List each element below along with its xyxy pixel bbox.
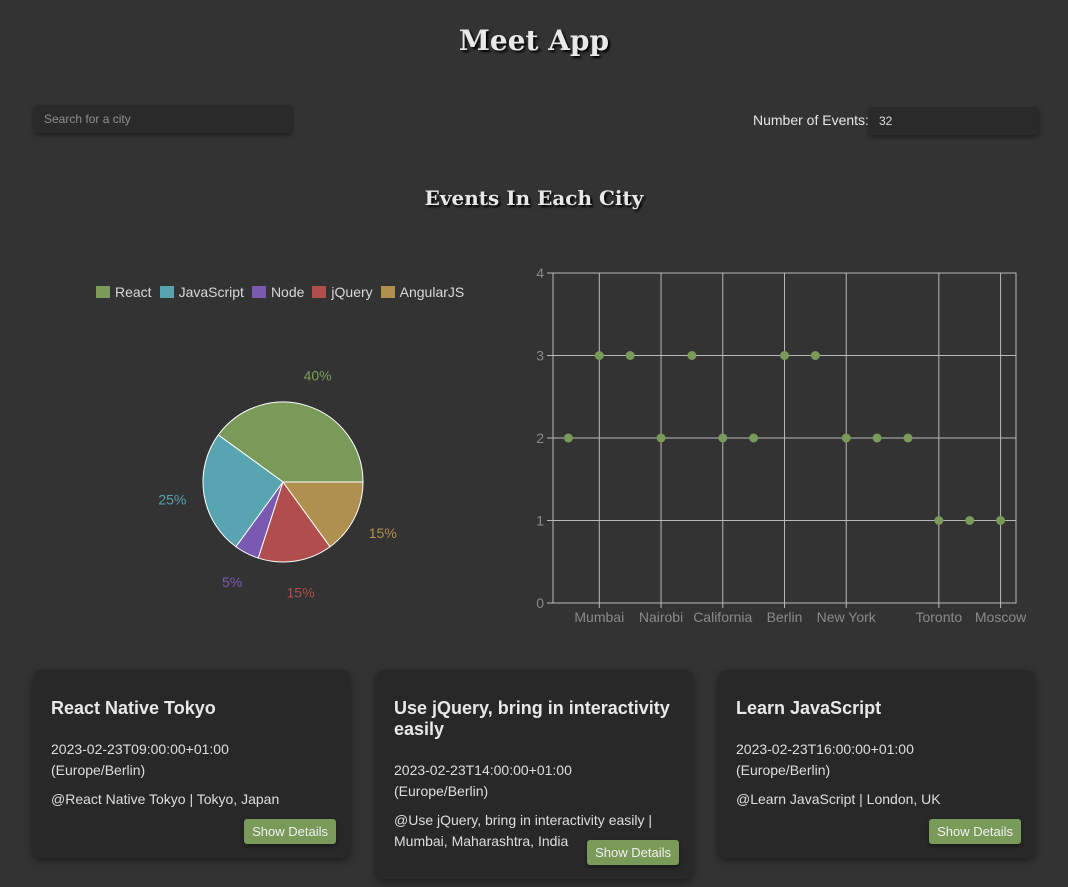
event-date: 2023-02-23T14:00:00+01:00 (Europe/Berlin) [394,760,675,802]
show-details-button[interactable]: Show Details [587,840,679,865]
scatter-point[interactable] [749,433,759,443]
y-tick-label: 1 [536,513,544,529]
event-timezone: (Europe/Berlin) [736,762,831,778]
x-tick-label: California [693,609,752,625]
scatter-point[interactable] [563,433,573,443]
event-card: Learn JavaScript 2023-02-23T16:00:00+01:… [718,670,1035,858]
event-title: React Native Tokyo [51,698,216,718]
event-card: React Native Tokyo 2023-02-23T09:00:00+0… [33,670,350,858]
y-tick-label: 3 [536,348,544,364]
scatter-point[interactable] [996,516,1006,525]
scatter-point[interactable] [965,516,975,525]
event-location: @Learn JavaScript | London, UK [736,791,941,807]
scatter-point[interactable] [780,351,789,360]
x-tick-label: Nairobi [639,609,683,625]
scatter-point[interactable] [594,351,604,360]
x-tick-label: New York [817,609,877,625]
scatter-point[interactable] [934,516,944,525]
scatter-point[interactable] [903,433,913,443]
scatter-point[interactable] [841,433,851,443]
y-tick-label: 0 [536,595,544,611]
y-tick-label: 2 [536,430,544,446]
scatter-point[interactable] [625,351,635,360]
scatter-point[interactable] [656,433,666,443]
event-datetime: 2023-02-23T16:00:00+01:00 [736,741,914,757]
event-title: Learn JavaScript [736,698,882,718]
show-details-button[interactable]: Show Details [929,819,1021,844]
event-timezone: (Europe/Berlin) [394,783,489,799]
scatter-point[interactable] [687,351,697,360]
event-datetime: 2023-02-23T14:00:00+01:00 [394,762,572,778]
event-date: 2023-02-23T09:00:00+01:00 (Europe/Berlin) [51,739,332,781]
show-details-button[interactable]: Show Details [244,819,336,844]
event-timezone: (Europe/Berlin) [51,762,146,778]
event-location: @React Native Tokyo | Tokyo, Japan [51,791,280,807]
scatter-point[interactable] [872,433,882,443]
x-tick-label: Toronto [915,609,962,625]
x-tick-label: Moscow [975,609,1027,625]
event-date: 2023-02-23T16:00:00+01:00 (Europe/Berlin) [736,739,1017,781]
event-datetime: 2023-02-23T09:00:00+01:00 [51,741,229,757]
scatter-point[interactable] [810,351,820,360]
x-tick-label: Mumbai [574,609,624,625]
event-title: Use jQuery, bring in interactivity easil… [394,698,670,739]
x-tick-label: Berlin [767,609,803,625]
event-card: Use jQuery, bring in interactivity easil… [376,670,693,879]
scatter-point[interactable] [718,433,728,443]
y-tick-label: 4 [536,265,544,281]
